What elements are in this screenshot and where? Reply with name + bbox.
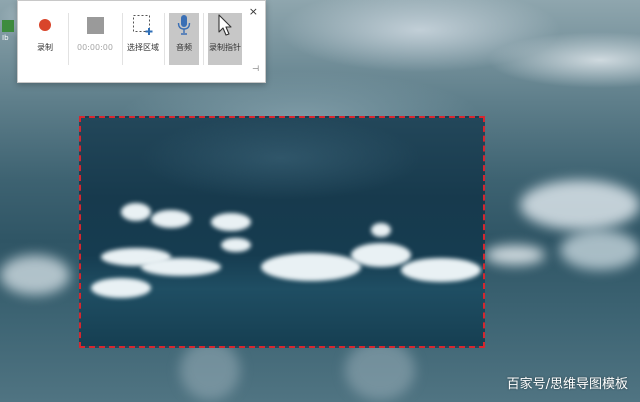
- record-pointer-button[interactable]: 录制指针: [208, 13, 242, 65]
- separator: [203, 13, 204, 65]
- background-cloud: [560, 230, 640, 270]
- scene-highlight: [151, 210, 191, 228]
- scene-highlight: [401, 258, 481, 282]
- record-button[interactable]: 录制: [26, 13, 64, 65]
- record-pointer-label: 录制指针: [209, 43, 241, 52]
- record-icon: [39, 19, 51, 31]
- background-cloud: [520, 180, 640, 230]
- separator: [164, 13, 165, 65]
- scene-highlight: [351, 243, 411, 267]
- pointer-icon: [218, 14, 232, 36]
- pin-icon[interactable]: ⊣: [252, 64, 259, 73]
- stop-icon: [86, 16, 104, 34]
- separator: [68, 13, 69, 65]
- desktop-icon[interactable]: Ib: [0, 16, 16, 56]
- screen-recording-toolbar: 录制 00:00:00 选择区域 音频 录制指针 × ⊣: [17, 0, 266, 83]
- scene-highlight: [221, 238, 251, 252]
- separator: [122, 13, 123, 65]
- select-area-label: 选择区域: [127, 43, 159, 52]
- select-area-icon: [133, 15, 153, 35]
- audio-button[interactable]: 音频: [169, 13, 199, 65]
- scene-highlight: [371, 223, 391, 237]
- recording-selection-area[interactable]: [79, 116, 485, 348]
- desktop-icon-label: Ib: [2, 34, 9, 42]
- scene-highlight: [141, 258, 221, 276]
- recording-timer: 00:00:00: [77, 43, 113, 52]
- audio-label: 音频: [176, 43, 192, 52]
- microphone-icon: [177, 15, 191, 35]
- background-rock: [180, 340, 240, 400]
- select-area-button[interactable]: 选择区域: [126, 13, 160, 65]
- scene-highlight: [121, 203, 151, 221]
- scene-highlight: [91, 278, 151, 298]
- background-cloud: [485, 245, 545, 265]
- scene-highlight: [211, 213, 251, 231]
- background-rock: [345, 340, 415, 400]
- background-cloud: [0, 255, 70, 295]
- stop-button[interactable]: 00:00:00: [72, 13, 118, 65]
- close-icon[interactable]: ×: [249, 5, 258, 18]
- record-label: 录制: [37, 43, 53, 52]
- watermark-text: 百家号/思维导图模板: [506, 377, 628, 392]
- app-icon: [2, 20, 14, 32]
- scene-highlight: [261, 253, 361, 281]
